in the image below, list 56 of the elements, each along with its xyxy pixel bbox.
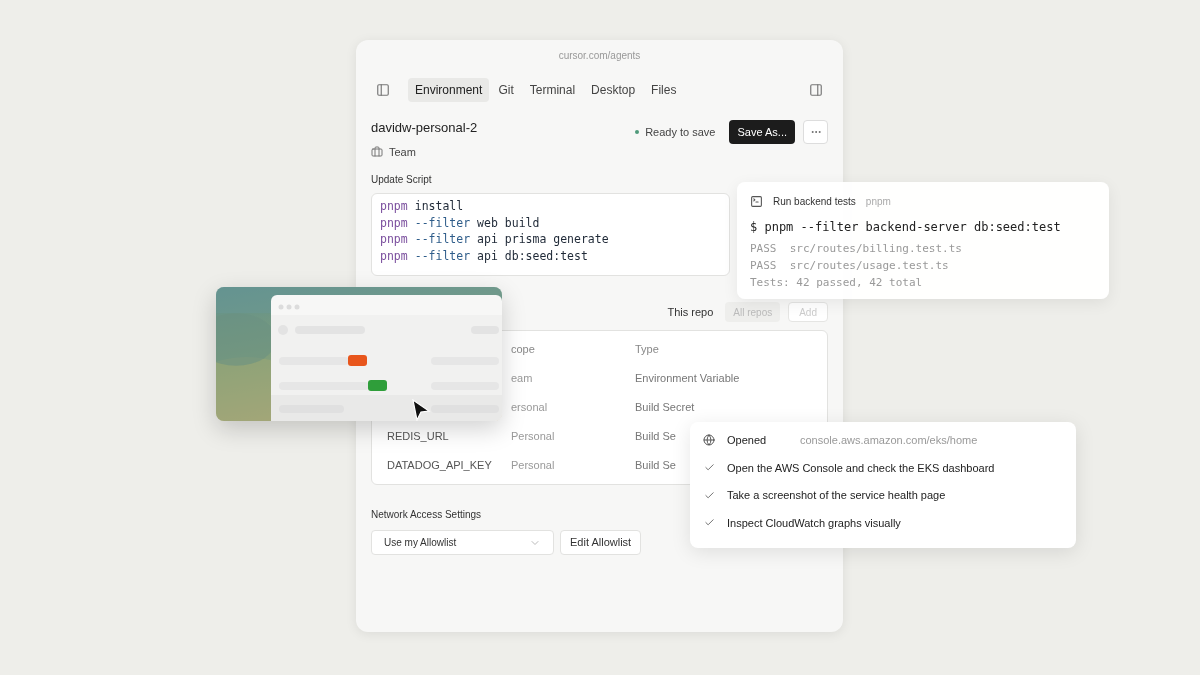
task-text: Take a screenshot of the service health page	[727, 488, 946, 503]
allowlist-select[interactable]: Use my Allowlist	[371, 530, 554, 555]
status-text: Ready to save	[645, 124, 716, 140]
terminal-command: $ pnpm --filter backend-server db:seed:test	[750, 219, 1062, 236]
tab[interactable]: Desktop	[584, 78, 643, 102]
task-text: Inspect CloudWatch graphs visually	[727, 515, 901, 531]
code-token: install	[414, 198, 464, 215]
environment-name: davidw-personal-2	[371, 119, 478, 137]
tab[interactable]: Files	[644, 78, 684, 102]
cursor-icon	[411, 399, 431, 421]
tab[interactable]: Terminal	[522, 78, 583, 102]
url-text: console.aws.amazon.com/eks/home	[800, 433, 978, 448]
code-token: api prisma generate	[477, 231, 609, 248]
scope-option[interactable]: This repo	[663, 302, 718, 322]
terminal-output-line: PASS src/routes/billing.test.ts	[750, 241, 963, 257]
task-title: Run backend tests	[773, 195, 856, 209]
code-token: api db:seed:test	[477, 247, 588, 264]
code-editor[interactable]: pnpm install pnpm --filter web build pnpm --filter api prisma generate pnpm --filter api db:seed:test	[371, 193, 730, 276]
section-label: Network Access Settings	[371, 508, 483, 522]
panel-toggle-icon[interactable]	[809, 83, 823, 97]
terminal-output-line: PASS src/routes/usage.test.ts	[750, 258, 950, 274]
table-cell-text: Build Se	[635, 429, 676, 445]
table-cell-text: ersonal	[511, 400, 548, 416]
code-token: --filter	[414, 231, 471, 248]
code-token: pnpm	[380, 214, 408, 231]
code-token: web build	[477, 214, 540, 231]
tab[interactable]: Git	[491, 78, 521, 102]
tab[interactable]: Environment	[408, 78, 490, 102]
table-cell-text: Build Secret	[635, 400, 695, 416]
action-label: Opened	[727, 433, 768, 448]
code-token: pnpm	[380, 247, 408, 264]
tool-tag: pnpm	[865, 194, 891, 209]
column-header: Type	[635, 342, 659, 358]
edit-allowlist-button[interactable]: Edit Allowlist	[560, 530, 642, 555]
code-token: pnpm	[380, 198, 408, 215]
url-text: cursor.com/agents	[558, 49, 641, 63]
terminal-icon	[750, 195, 763, 208]
terminal-output-line: Tests: 42 passed, 42 total	[750, 275, 924, 291]
table-cell-text: eam	[511, 371, 533, 387]
code-token: --filter	[414, 214, 471, 231]
team-label: Team	[389, 144, 416, 160]
table-cell-text: Personal	[511, 458, 555, 474]
table-cell-text: Build Se	[635, 458, 676, 474]
section-label: Update Script	[371, 173, 433, 187]
table-cell-text: Personal	[511, 429, 555, 445]
save-as-button[interactable]: Save As...	[729, 120, 795, 144]
globe-icon	[703, 434, 715, 447]
table-cell-text: REDIS_URL	[387, 429, 449, 445]
table-cell-text: Environment Variable	[635, 371, 740, 387]
code-token: --filter	[414, 247, 471, 264]
table-cell-text: DATADOG_API_KEY	[387, 458, 492, 474]
column-header: cope	[511, 342, 535, 358]
sidebar-toggle-icon[interactable]	[376, 83, 390, 97]
code-token: pnpm	[380, 231, 408, 248]
task-text: Open the AWS Console and check the EKS dashboard	[727, 460, 995, 476]
briefcase-icon	[371, 145, 383, 158]
